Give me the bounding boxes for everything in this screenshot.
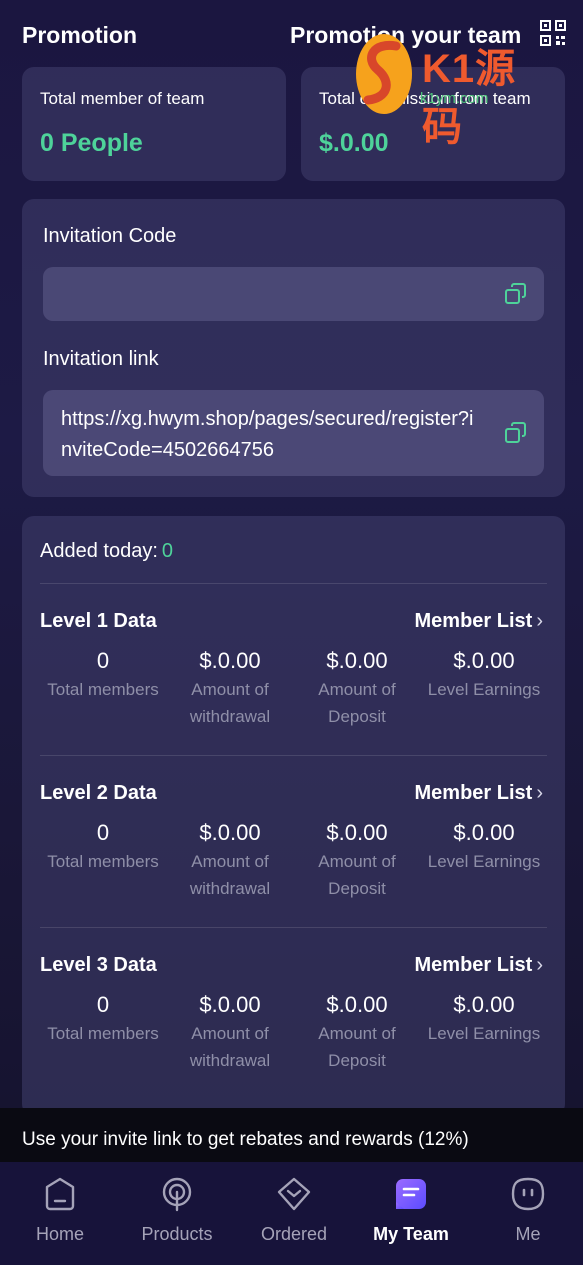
metric-value: $.0.00 <box>453 648 515 673</box>
divider <box>40 927 547 928</box>
added-today-value: 0 <box>161 540 173 562</box>
deposit-metric: $.0.00 Amount of Deposit <box>294 992 420 1074</box>
divider <box>40 755 547 756</box>
level-2-title: Level 2 Data <box>40 782 157 804</box>
metric-label: Amount of Deposit <box>318 852 396 898</box>
tab-label: Me <box>515 1224 541 1244</box>
metric-value: 0 <box>96 992 110 1017</box>
team-members-label: Total member of team <box>40 89 205 108</box>
metric-label: Level Earnings <box>427 680 541 699</box>
watermark-subtext: k1ym.com <box>420 90 489 107</box>
withdrawal-metric: $.0.00 Amount of withdrawal <box>167 648 293 730</box>
earnings-metric: $.0.00 Level Earnings <box>421 820 547 875</box>
chevron-right-icon: › <box>536 954 543 976</box>
page-title: Promotion <box>22 22 137 48</box>
metric-value: $.0.00 <box>453 992 515 1017</box>
deposit-metric: $.0.00 Amount of Deposit <box>294 820 420 902</box>
member-list-label: Member List <box>414 610 533 632</box>
withdrawal-metric: $.0.00 Amount of withdrawal <box>167 992 293 1074</box>
total-members-metric: 0 Total members <box>40 820 166 875</box>
watermark-emblem-icon <box>356 34 412 114</box>
tab-label: Ordered <box>260 1224 328 1244</box>
level-2-block: Level 2 Data Member List › 0 Total member… <box>22 782 565 942</box>
withdrawal-metric: $.0.00 Amount of withdrawal <box>167 820 293 902</box>
metric-value: $.0.00 <box>199 820 261 845</box>
level-3-block: Level 3 Data Member List › 0 Total member… <box>22 954 565 1114</box>
metric-value: $.0.00 <box>199 648 261 673</box>
metric-label: Level Earnings <box>427 852 541 871</box>
level-1-title: Level 1 Data <box>40 610 157 632</box>
tab-my-team[interactable]: My Team <box>353 1176 469 1245</box>
home-icon <box>45 1177 75 1211</box>
earnings-metric: $.0.00 Level Earnings <box>421 992 547 1047</box>
metric-label: Total members <box>47 852 159 871</box>
member-list-label: Member List <box>414 954 533 976</box>
me-icon <box>511 1177 545 1211</box>
total-members-metric: 0 Total members <box>40 992 166 1047</box>
level-3-member-list-link[interactable]: Member List › <box>415 954 543 977</box>
chevron-right-icon: › <box>536 782 543 804</box>
tab-ordered[interactable]: Ordered <box>236 1176 352 1245</box>
tab-label: My Team <box>373 1224 449 1244</box>
tab-home[interactable]: Home <box>2 1176 118 1245</box>
invitation-link-value: https://xg.hwym.shop/pages/secured/regis… <box>61 408 474 461</box>
team-icon <box>396 1179 426 1209</box>
bottom-tab-bar: Home Products Ordered My Team Me <box>0 1162 583 1265</box>
chevron-right-icon: › <box>536 610 543 632</box>
metric-label: Amount of Deposit <box>318 680 396 726</box>
team-members-card: Total member of team 0 People <box>22 67 286 181</box>
level-3-title: Level 3 Data <box>40 954 157 976</box>
level-2-member-list-link[interactable]: Member List › <box>415 782 543 805</box>
invitation-link-field: https://xg.hwym.shop/pages/secured/regis… <box>43 390 544 476</box>
ordered-icon <box>277 1177 311 1211</box>
watermark-logo: K1源码 k1ym.com <box>352 28 557 149</box>
invitation-link-label: Invitation link <box>43 348 159 370</box>
metric-value: $.0.00 <box>453 820 515 845</box>
metric-label: Amount of withdrawal <box>189 852 271 898</box>
metric-label: Total members <box>47 680 159 699</box>
earnings-metric: $.0.00 Level Earnings <box>421 648 547 703</box>
team-data-card: Added today: 0 Level 1 Data Member List › … <box>22 516 565 1116</box>
metric-value: 0 <box>96 648 110 673</box>
total-members-metric: 0 Total members <box>40 648 166 703</box>
metric-label: Amount of Deposit <box>318 1024 396 1070</box>
member-list-label: Member List <box>414 782 533 804</box>
added-today-label: Added today: <box>40 540 158 562</box>
metric-value: $.0.00 <box>326 648 388 673</box>
level-1-member-list-link[interactable]: Member List › <box>415 610 543 633</box>
added-today: Added today: 0 <box>40 540 173 563</box>
metric-value: $.0.00 <box>326 992 388 1017</box>
copy-code-icon[interactable] <box>504 282 528 306</box>
rebate-banner: Use your invite link to get rebates and … <box>0 1108 583 1162</box>
tab-products[interactable]: Products <box>119 1176 235 1245</box>
metric-label: Level Earnings <box>427 1024 541 1043</box>
metric-value: 0 <box>96 820 110 845</box>
level-1-block: Level 1 Data Member List › 0 Total member… <box>22 610 565 770</box>
divider <box>40 583 547 584</box>
metric-label: Amount of withdrawal <box>189 680 271 726</box>
invitation-code-label: Invitation Code <box>43 225 177 247</box>
copy-link-icon[interactable] <box>504 421 528 445</box>
metric-value: $.0.00 <box>326 820 388 845</box>
deposit-metric: $.0.00 Amount of Deposit <box>294 648 420 730</box>
rebate-text: Use your invite link to get rebates and … <box>22 1129 469 1150</box>
invitation-card: Invitation Code Invitation link https://… <box>22 199 565 497</box>
tab-label: Home <box>35 1224 84 1244</box>
metric-value: $.0.00 <box>199 992 261 1017</box>
tab-me[interactable]: Me <box>470 1176 583 1245</box>
products-icon <box>162 1177 192 1212</box>
tab-label: Products <box>141 1224 213 1244</box>
invitation-code-field <box>43 267 544 321</box>
metric-label: Total members <box>47 1024 159 1043</box>
team-members-value: 0 People <box>40 129 143 157</box>
metric-label: Amount of withdrawal <box>189 1024 271 1070</box>
team-commission-value: $.0.00 <box>319 129 389 157</box>
